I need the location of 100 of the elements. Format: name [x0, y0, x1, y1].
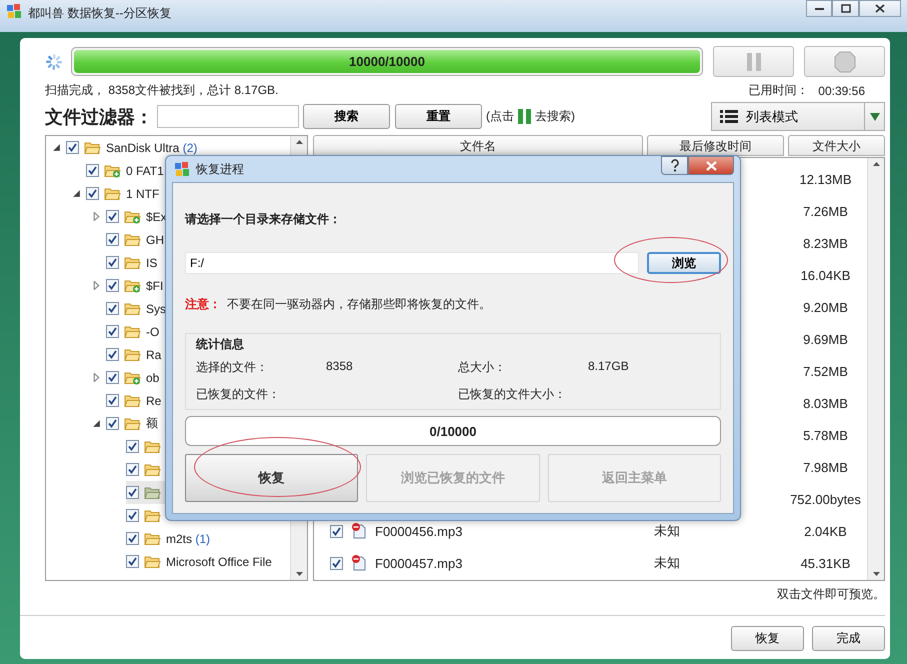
checkbox[interactable] [126, 486, 139, 499]
filter-field[interactable] [157, 105, 299, 128]
stop-icon [832, 50, 856, 74]
scan-status: 扫描完成， 8358文件被找到，总计 8.17GB. [45, 82, 278, 99]
footer-button[interactable]: 完成 [812, 626, 885, 651]
maximize-button[interactable] [832, 0, 859, 17]
path-field[interactable]: F:/ [185, 252, 639, 274]
tree-item[interactable]: Sys [146, 302, 166, 316]
tree-item[interactable]: 额 [146, 415, 158, 432]
dialog-button[interactable]: 恢复 [185, 454, 358, 502]
scrollbar[interactable] [867, 158, 884, 580]
tree-item[interactable]: SanDisk Ultra (2) [106, 140, 198, 154]
help-icon [670, 159, 680, 172]
file-size: 12.13MB [799, 172, 852, 186]
app-logo-icon [174, 160, 190, 178]
modified-date: 未知 [654, 523, 680, 538]
tree-item[interactable]: 0 FAT1 [126, 164, 164, 178]
stat-label: 已恢复的文件： [196, 386, 281, 403]
tree-item[interactable]: ob [146, 370, 160, 384]
tree-item[interactable]: Re [146, 394, 162, 408]
help-button[interactable] [661, 156, 688, 175]
recovery-progress-bar: 0/10000 [185, 416, 721, 446]
list-icon [720, 108, 738, 124]
file-name[interactable]: F0000456.mp3 [375, 524, 462, 538]
file-size: 9.69MB [803, 332, 848, 346]
file-size: 2.04KB [804, 524, 847, 538]
checkbox[interactable] [106, 371, 119, 384]
minimize-button[interactable] [806, 0, 832, 17]
stat-label: 已恢复的文件大小： [458, 386, 567, 403]
search-button[interactable]: 搜索 [303, 104, 390, 129]
collapse-arrow-icon[interactable] [72, 189, 81, 198]
dialog-title: 恢复进程 [196, 160, 244, 178]
checkbox[interactable] [126, 509, 139, 522]
tree-item[interactable]: GH [146, 232, 164, 246]
close-icon [706, 160, 716, 170]
checkbox[interactable] [106, 417, 119, 430]
checkbox[interactable] [106, 394, 119, 407]
checkbox[interactable] [106, 325, 119, 338]
browse-button[interactable]: 浏览 [647, 252, 721, 274]
scroll-down-icon[interactable] [872, 572, 880, 576]
pause-icon [518, 109, 531, 124]
checkbox[interactable] [126, 463, 139, 476]
tree-item[interactable]: Ra [146, 348, 162, 362]
filter-label: 文件过滤器： [45, 106, 153, 128]
checkbox[interactable] [126, 555, 139, 568]
stat-label: 总大小： [458, 359, 507, 376]
checkbox[interactable] [330, 556, 343, 570]
column-header[interactable]: 文件大小 [788, 135, 885, 156]
preview-hint: 双击文件即可预览。 [777, 586, 885, 603]
pause-icon [746, 52, 760, 70]
note-label: 注意： [185, 296, 221, 313]
view-mode-dropdown[interactable]: 列表模式 [711, 102, 885, 131]
tree-item[interactable]: -O [146, 324, 160, 338]
elapsed-time: 00:39:56 [818, 84, 865, 98]
note-text: 不要在同一驱动器内，存储那些即将恢复的文件。 [227, 296, 491, 313]
elapsed-label: 已用时间： [748, 82, 808, 99]
tree-item[interactable]: IS [146, 256, 158, 270]
checkbox[interactable] [66, 141, 79, 154]
collapse-arrow-icon[interactable] [52, 143, 61, 152]
spinner-icon [45, 52, 63, 70]
tree-item[interactable]: 1 NTF [126, 186, 160, 200]
save-prompt: 请选择一个目录来存储文件： [185, 211, 342, 228]
reset-button[interactable]: 重置 [395, 104, 482, 129]
stat-label: 选择的文件： [196, 359, 269, 376]
checkbox[interactable] [106, 210, 119, 223]
stat-value: 8358 [326, 359, 353, 373]
scroll-down-icon[interactable] [296, 572, 302, 576]
checkbox[interactable] [106, 256, 119, 269]
checkbox[interactable] [106, 279, 119, 292]
scroll-up-icon[interactable] [296, 140, 302, 144]
close-button[interactable] [859, 0, 901, 17]
tree-item[interactable]: $FI [146, 278, 164, 292]
checkbox[interactable] [106, 233, 119, 246]
column-header[interactable]: 文件名 [313, 135, 643, 156]
file-name[interactable]: F0000457.mp3 [375, 556, 462, 570]
caret-icon [870, 112, 880, 122]
checkbox[interactable] [126, 532, 139, 545]
expand-arrow-icon[interactable] [92, 212, 101, 221]
expand-arrow-icon[interactable] [92, 281, 101, 290]
checkbox[interactable] [86, 164, 99, 177]
file-size: 752.00bytes [790, 492, 861, 506]
checkbox[interactable] [126, 440, 139, 453]
collapse-arrow-icon[interactable] [92, 419, 101, 428]
checkbox[interactable] [106, 348, 119, 361]
maximize-icon [840, 4, 850, 13]
tree-item[interactable]: m2ts (1) [166, 532, 210, 546]
app-logo-icon [6, 3, 22, 20]
file-size: 5.78MB [803, 428, 848, 442]
audio-file-icon [351, 555, 367, 571]
file-size: 9.20MB [803, 300, 848, 314]
checkbox[interactable] [106, 302, 119, 315]
minimize-icon [814, 6, 824, 10]
column-header[interactable]: 最后修改时间 [647, 135, 784, 156]
scroll-up-icon[interactable] [872, 162, 880, 166]
footer-button[interactable]: 恢复 [731, 626, 804, 651]
checkbox[interactable] [86, 187, 99, 200]
tree-item[interactable]: Microsoft Office File [166, 554, 272, 568]
file-size: 7.98MB [803, 460, 848, 474]
expand-arrow-icon[interactable] [92, 373, 101, 382]
checkbox[interactable] [330, 524, 343, 538]
